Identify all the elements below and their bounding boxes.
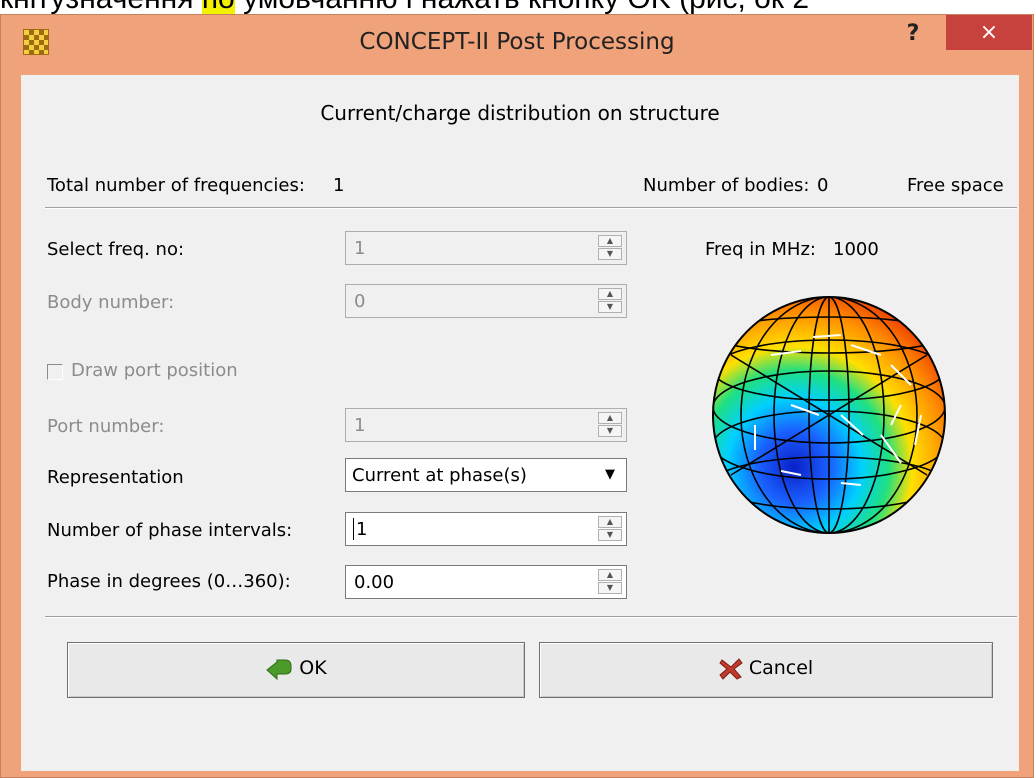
doc-text-post: умовчанню і нажать кнопку OK (рис, ок 2	[235, 0, 809, 15]
dialog-window: CONCEPT-II Post Processing ? × Current/c…	[0, 14, 1034, 778]
total-frequencies-value: 1	[333, 175, 345, 196]
phase-degrees-value: 0.00	[354, 572, 395, 593]
phase-intervals-spinbox[interactable]: 1 ▲ ▼	[345, 512, 627, 546]
cancel-label: Cancel	[748, 657, 814, 679]
spin-down-icon[interactable]: ▼	[598, 248, 622, 260]
select-freq-label: Select freq. no:	[47, 239, 185, 260]
dropdown-arrow-icon[interactable]: ▼	[598, 463, 622, 487]
body-number-spinbox[interactable]: 0 ▲ ▼	[345, 284, 627, 318]
title-bar[interactable]: CONCEPT-II Post Processing ? ×	[1, 15, 1033, 75]
representation-value: Current at phase(s)	[352, 465, 527, 486]
spin-up-icon[interactable]: ▲	[598, 516, 622, 528]
cancel-button[interactable]: Cancel	[539, 642, 993, 698]
dialog-client-area: Current/charge distribution on structure…	[21, 75, 1019, 771]
free-space-label: Free space	[907, 175, 1004, 196]
phase-degrees-spinbox[interactable]: 0.00 ▲ ▼	[345, 565, 627, 599]
port-number-spinbox[interactable]: 1 ▲ ▼	[345, 408, 627, 442]
ok-label: OK	[299, 657, 327, 679]
spin-down-icon[interactable]: ▼	[598, 582, 622, 594]
representation-label: Representation	[47, 467, 184, 488]
text-cursor	[353, 518, 354, 540]
doc-text-highlight: по	[201, 0, 235, 15]
spin-down-icon[interactable]: ▼	[598, 425, 622, 437]
window-title: CONCEPT-II Post Processing	[359, 29, 675, 55]
phase-intervals-label: Number of phase intervals:	[47, 520, 293, 541]
port-number-label: Port number:	[47, 416, 165, 437]
port-number-value: 1	[354, 415, 366, 436]
draw-port-label: Draw port position	[71, 360, 238, 381]
dialog-heading: Current/charge distribution on structure	[320, 101, 720, 125]
doc-text-pre: кнітузначення	[0, 0, 202, 15]
bottom-separator	[45, 616, 1017, 618]
select-freq-value: 1	[354, 238, 366, 259]
current-distribution-sphere	[712, 296, 946, 534]
top-separator	[45, 207, 1017, 209]
ok-button[interactable]: OK	[67, 642, 525, 698]
help-button[interactable]: ?	[893, 20, 933, 48]
close-button[interactable]: ×	[946, 15, 1032, 50]
number-of-bodies-label: Number of bodies:	[643, 175, 810, 196]
spin-up-icon[interactable]: ▲	[598, 569, 622, 581]
number-of-bodies-value: 0	[817, 175, 829, 196]
freq-mhz-value: 1000	[833, 239, 879, 260]
body-number-label: Body number:	[47, 292, 175, 313]
spin-down-icon[interactable]: ▼	[598, 301, 622, 313]
spin-up-icon[interactable]: ▲	[598, 288, 622, 300]
cancel-x-icon	[719, 657, 743, 680]
phase-intervals-value: 1	[356, 519, 368, 540]
total-frequencies-label: Total number of frequencies:	[47, 175, 305, 196]
spin-up-icon[interactable]: ▲	[598, 412, 622, 424]
select-freq-spinbox[interactable]: 1 ▲ ▼	[345, 231, 627, 265]
freq-mhz-label: Freq in MHz:	[705, 239, 816, 260]
ok-arrow-icon	[266, 659, 292, 680]
spin-down-icon[interactable]: ▼	[598, 529, 622, 541]
body-number-value: 0	[354, 291, 366, 312]
representation-combobox[interactable]: Current at phase(s) ▼	[345, 458, 627, 492]
draw-port-checkbox[interactable]	[47, 364, 63, 380]
spin-up-icon[interactable]: ▲	[598, 235, 622, 247]
phase-degrees-label: Phase in degrees (0…360):	[47, 571, 291, 592]
